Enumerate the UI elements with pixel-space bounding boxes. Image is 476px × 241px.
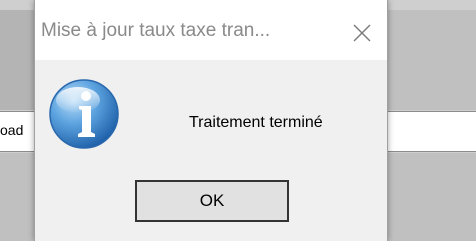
dialog-message: Traitement terminé: [189, 114, 323, 131]
dialog-body: Traitement terminé: [35, 60, 387, 165]
background-panel-left-lower: [0, 153, 34, 241]
message-dialog: Mise à jour taux taxe tran... Traitement…: [34, 0, 388, 241]
background-partial-text: oad: [0, 122, 24, 138]
close-button[interactable]: [337, 10, 387, 56]
background-panel-right: [388, 10, 476, 110]
info-icon: [49, 79, 119, 149]
ok-button[interactable]: OK: [135, 180, 289, 222]
dialog-titlebar[interactable]: Mise à jour taux taxe tran...: [35, 0, 387, 60]
dialog-title: Mise à jour taux taxe tran...: [41, 20, 271, 41]
background-panel-right-lower: [388, 153, 476, 241]
close-icon: [353, 24, 371, 42]
background-panel-left: [0, 10, 34, 110]
dialog-footer: OK: [35, 165, 387, 241]
